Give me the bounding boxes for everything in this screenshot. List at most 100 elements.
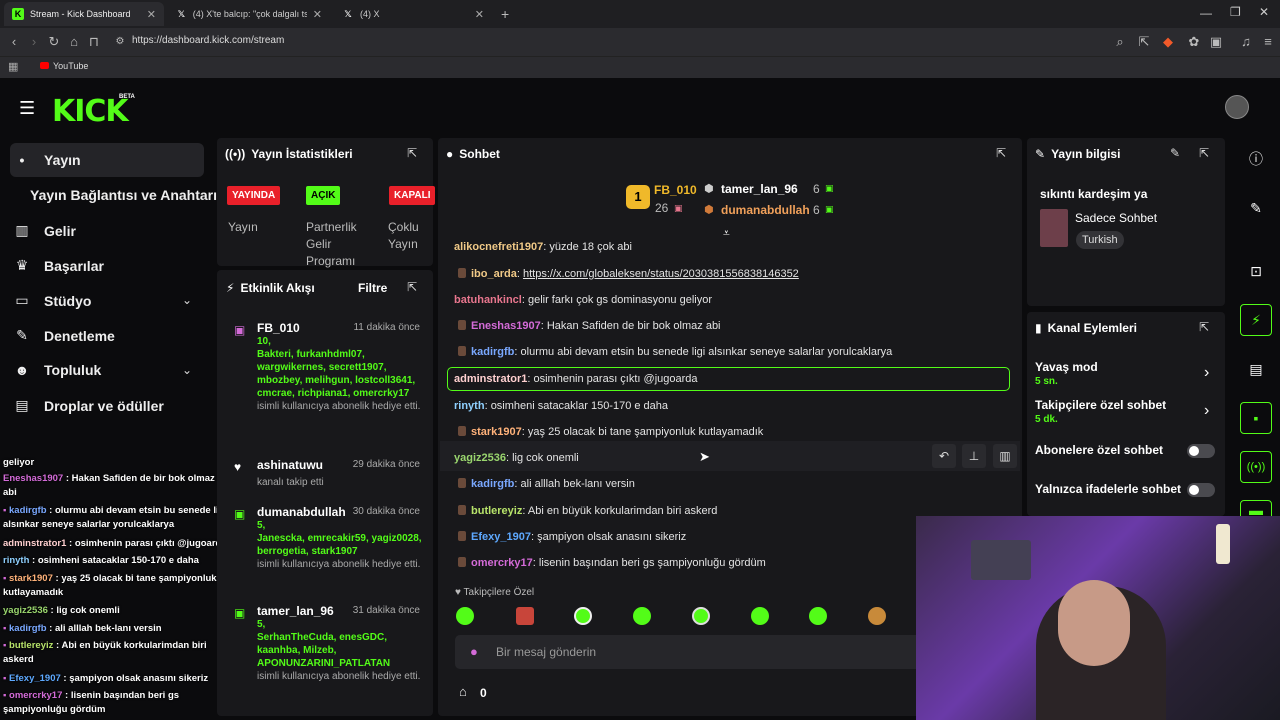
person-face — [1058, 580, 1130, 666]
collapse-leaderboard-icon[interactable]: ⩡ — [723, 226, 730, 241]
close-window-icon[interactable]: ✕ — [1259, 5, 1269, 19]
chevron-down-icon[interactable]: ⌄ — [182, 363, 192, 377]
broadcast-icon[interactable]: ((•)) — [1240, 451, 1272, 483]
pin-icon[interactable]: ⊥ — [962, 444, 986, 468]
emote-icon[interactable] — [692, 607, 710, 625]
emotes-chat-toggle[interactable] — [1187, 483, 1215, 497]
chat-message[interactable]: batuhankincl: gelir farkı çok gs dominas… — [454, 294, 712, 306]
sidebar-item-gelir[interactable]: ▥ Gelir — [14, 222, 76, 239]
kick-logo[interactable]: KICK — [52, 94, 129, 129]
popout-icon[interactable]: ⇱ — [1199, 320, 1209, 334]
sidebar-item-studyo[interactable]: ▭ Stüdyo — [14, 292, 91, 309]
sidebar-item-yayin[interactable]: • Yayın — [14, 152, 81, 168]
delete-icon[interactable]: ▥ — [993, 444, 1017, 468]
extensions-icon[interactable]: ✿ — [1186, 34, 1202, 50]
chat-message[interactable]: omercrky17: lisenin başından beri gs şam… — [458, 557, 766, 569]
leader-name[interactable]: dumanabdullah — [721, 203, 810, 217]
site-info-icon[interactable]: ⚙ — [112, 34, 128, 50]
emote-icon[interactable] — [633, 607, 651, 625]
leader-name[interactable]: tamer_lan_96 — [721, 182, 798, 196]
chat-message[interactable]: kadirgfb: ali alllah bek-lanı versin — [458, 478, 635, 490]
apps-grid-icon[interactable]: ▦ — [8, 60, 18, 73]
notes-icon[interactable]: ▤ — [1240, 353, 1272, 385]
reply-icon[interactable]: ↶ — [932, 444, 956, 468]
tab-x[interactable]: 𝕏 (4) X ✕ — [334, 2, 492, 26]
sidebar-item-basarilar[interactable]: ♛ Başarılar — [14, 257, 104, 274]
lamp-decor — [1216, 524, 1230, 564]
share-icon[interactable]: ⇱ — [1136, 34, 1152, 50]
emote-icon[interactable] — [574, 607, 592, 625]
popout-icon[interactable]: ⇱ — [407, 280, 417, 294]
tab-x-post[interactable]: 𝕏 (4) X'te balcıp: "çok dalgalı tsunami … — [168, 2, 330, 26]
popout-icon[interactable]: ⇱ — [996, 146, 1006, 160]
emote-icon[interactable] — [751, 607, 769, 625]
store-icon[interactable]: ⌂ — [459, 684, 467, 699]
popout-icon[interactable]: ⇱ — [407, 146, 417, 160]
sidebar-item-topluluk[interactable]: ☻ Topluluk — [14, 362, 102, 378]
bookmark-youtube[interactable]: YouTube — [53, 61, 88, 71]
edit-icon[interactable]: ✎ — [1240, 192, 1272, 224]
chat-message[interactable]: rinyth: osimheni satacaklar 150-170 e da… — [454, 400, 668, 412]
channel-actions-title: ▮ Kanal Eylemleri — [1035, 321, 1137, 335]
event-item: ♥ ashinatuwu 29 dakika önce kanalı takip… — [234, 458, 420, 488]
microphone-icon[interactable]: ● — [470, 644, 478, 659]
tab-kick-dashboard[interactable]: K Stream - Kick Dashboard ✕ — [4, 2, 164, 26]
chat-message[interactable]: yagiz2536: lig cok onemli — [454, 452, 579, 464]
lightning-icon[interactable]: ⚡ — [1240, 304, 1272, 336]
reload-icon[interactable]: ↻ — [46, 34, 62, 50]
close-tab-icon[interactable]: ✕ — [475, 8, 484, 21]
media-icon[interactable]: ♫ — [1238, 34, 1254, 50]
filter-button[interactable]: Filtre — [358, 281, 387, 295]
close-tab-icon[interactable]: ✕ — [313, 8, 322, 21]
chat-message[interactable]: Efexy_1907: şampiyon olsak anasını siker… — [458, 531, 686, 543]
popout-icon[interactable]: ⇱ — [1199, 146, 1209, 160]
chat-message[interactable]: adminstrator1: osimhenin parası çıktı @j… — [454, 373, 698, 385]
emote-icon[interactable] — [809, 607, 827, 625]
info-icon[interactable]: ⓘ — [1240, 143, 1272, 175]
kick-header — [0, 80, 1280, 136]
sidebar-toggle-icon[interactable]: ▣ — [1208, 34, 1224, 50]
edit-icon[interactable]: ✎ — [1170, 146, 1180, 160]
chevron-down-icon[interactable]: ⌄ — [182, 293, 192, 307]
chat-message[interactable]: ibo_arda: https://x.com/globaleksen/stat… — [458, 268, 799, 280]
url-field[interactable]: https://dashboard.kick.com/stream — [132, 35, 284, 46]
sidebar-item-stream-key[interactable]: Yayın Bağlantısı ve Anahtarı — [30, 187, 217, 203]
category-thumbnail[interactable] — [1040, 209, 1068, 247]
chat-icon[interactable]: ▪ — [1240, 402, 1272, 434]
sidebar-item-denetleme[interactable]: ✎ Denetleme — [14, 327, 115, 344]
overlay-chat-line: ▪ omercrky17 : lisenin başından beri gs … — [3, 690, 180, 715]
maximize-icon[interactable]: ❐ — [1230, 5, 1241, 19]
leader-name[interactable]: FB_010 — [654, 183, 697, 197]
hamburger-menu-icon[interactable]: ☰ — [19, 98, 35, 119]
chat-message[interactable]: kadirgfb: olurmu abi devam etsin bu sene… — [458, 346, 892, 358]
subs-chat-label: Abonelere özel sohbet — [1035, 443, 1164, 457]
minimize-icon[interactable]: — — [1200, 6, 1212, 20]
browser-tab-bar: K Stream - Kick Dashboard ✕ 𝕏 (4) X'te b… — [0, 0, 1280, 28]
bookmark-icon[interactable]: ⊓ — [86, 34, 102, 50]
back-icon[interactable]: ‹ — [6, 34, 22, 50]
chat-message[interactable]: stark1907: yaş 25 olacak bi tane şampiyo… — [458, 426, 763, 438]
home-icon[interactable]: ⌂ — [66, 34, 82, 50]
forward-icon[interactable]: › — [26, 34, 42, 50]
chevron-right-icon[interactable]: › — [1204, 402, 1209, 420]
followers-chat-value: 5 dk. — [1035, 414, 1058, 425]
chat-input-placeholder: Bir mesaj gönderin — [496, 645, 597, 659]
avatar[interactable] — [1225, 95, 1249, 119]
menu-icon[interactable]: ≡ — [1260, 34, 1276, 50]
brave-shield-icon[interactable]: ◆ — [1160, 34, 1176, 50]
drops-icon: ▤ — [15, 397, 29, 413]
close-tab-icon[interactable]: ✕ — [147, 8, 156, 21]
sidebar-item-droplar[interactable]: ▤ Droplar ve ödüller — [14, 397, 163, 414]
new-tab-icon[interactable]: + — [501, 6, 509, 22]
subs-chat-toggle[interactable] — [1187, 444, 1215, 458]
emote-icon[interactable] — [868, 607, 886, 625]
chat-message[interactable]: Eneshas1907: Hakan Safiden de bir bok ol… — [458, 320, 721, 332]
screenshot-icon[interactable]: ⊡ — [1240, 255, 1272, 287]
zoom-icon[interactable]: ⌕ — [1112, 34, 1128, 50]
category-name[interactable]: Sadece Sohbet — [1075, 211, 1157, 225]
emote-icon[interactable] — [516, 607, 534, 625]
chat-message[interactable]: butlereyiz: Abi en büyük korkularimdan b… — [458, 505, 717, 517]
chat-message[interactable]: alikocnefreti1907: yüzde 18 çok abi — [454, 241, 632, 253]
emote-icon[interactable] — [456, 607, 474, 625]
chevron-right-icon[interactable]: › — [1204, 364, 1209, 382]
